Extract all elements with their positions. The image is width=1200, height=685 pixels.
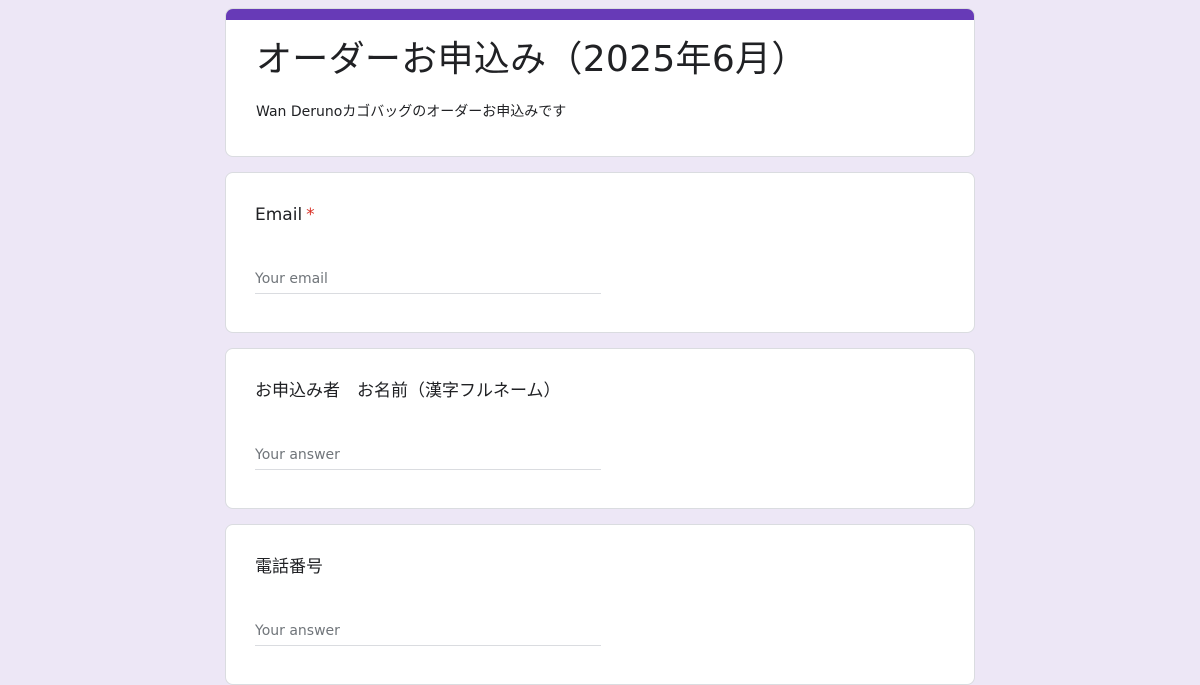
question-title-phone: 電話番号 [255,555,323,579]
required-asterisk: * [306,205,315,225]
question-card-email: Email * [225,172,975,333]
form-header-card: オーダーお申込み（2025年6月） Wan Derunoカゴバッグのオーダーお申… [225,8,975,157]
email-input[interactable] [255,265,601,294]
question-label: Email [255,205,303,225]
question-title-email: Email * [255,203,315,227]
phone-input[interactable] [255,617,601,646]
form-container: オーダーお申込み（2025年6月） Wan Derunoカゴバッグのオーダーお申… [225,8,975,685]
question-card-phone: 電話番号 [225,524,975,685]
question-card-name: お申込み者 お名前（漢字フルネーム） [225,348,975,509]
form-accent-bar [226,9,974,20]
question-title-name: お申込み者 お名前（漢字フルネーム） [255,379,561,403]
question-label: お申込み者 お名前（漢字フルネーム） [255,381,561,401]
question-label: 電話番号 [255,557,323,577]
form-description: Wan Derunoカゴバッグのオーダーお申込みです [256,104,567,120]
form-title: オーダーお申込み（2025年6月） [256,39,808,80]
name-input[interactable] [255,441,601,470]
